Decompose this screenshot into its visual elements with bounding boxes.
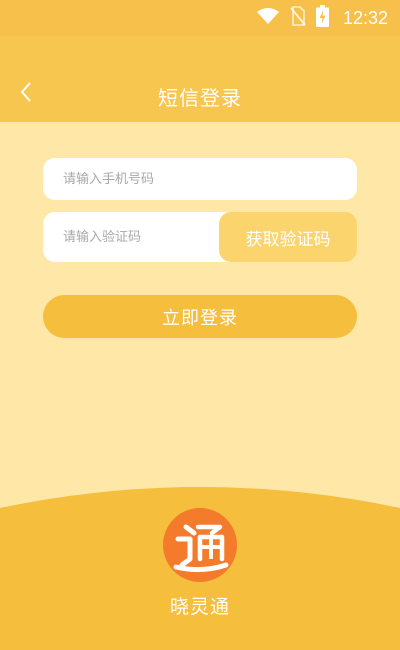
status-bar: 12:32 (0, 0, 400, 36)
app-logo-icon (162, 507, 238, 583)
status-time: 12:32 (342, 7, 388, 28)
verification-code-input[interactable] (43, 212, 223, 262)
page-title: 短信登录 (158, 86, 242, 110)
wifi-icon (256, 7, 280, 29)
get-code-button[interactable]: 获取验证码 (219, 212, 357, 262)
phone-input[interactable] (43, 158, 357, 200)
app-bar: 短信登录 (0, 36, 400, 122)
status-icons: 12:32 (256, 0, 388, 36)
no-sim-icon (290, 6, 306, 30)
battery-charging-icon (315, 5, 329, 31)
phone-input-container (43, 158, 357, 200)
app-name: 晓灵通 (169, 596, 230, 618)
code-input-container: 获取验证码 (43, 212, 357, 262)
login-button[interactable]: 立即登录 (43, 295, 357, 338)
